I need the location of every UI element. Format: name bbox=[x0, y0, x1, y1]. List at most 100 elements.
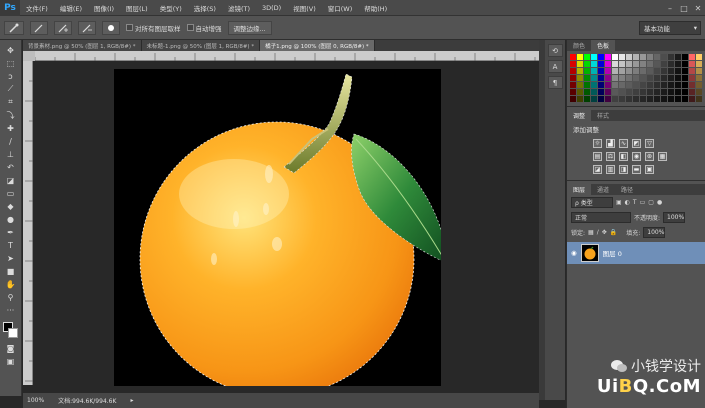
swatch[interactable] bbox=[605, 75, 611, 81]
stamp-tool-icon[interactable]: ⊥ bbox=[3, 148, 19, 160]
swatch[interactable] bbox=[640, 89, 646, 95]
document-tab-active[interactable]: 橘子1.png @ 100% (图层 0, RGB/8#) * bbox=[260, 40, 375, 51]
swatch[interactable] bbox=[689, 68, 695, 74]
swatch[interactable] bbox=[640, 75, 646, 81]
swatch[interactable] bbox=[619, 96, 625, 102]
new-selection-button[interactable] bbox=[30, 20, 48, 35]
swatch[interactable] bbox=[682, 61, 688, 67]
swatch[interactable] bbox=[577, 68, 583, 74]
blend-mode-select[interactable]: 正常 bbox=[571, 212, 631, 223]
quick-mask-icon[interactable]: ◙ bbox=[3, 342, 19, 354]
swatch[interactable] bbox=[598, 82, 604, 88]
swatch[interactable] bbox=[570, 89, 576, 95]
swatch[interactable] bbox=[577, 96, 583, 102]
menu-select[interactable]: 选择(S) bbox=[188, 3, 222, 13]
swatch[interactable] bbox=[577, 75, 583, 81]
character-panel-icon[interactable]: ¶ bbox=[547, 76, 563, 89]
menu-window[interactable]: 窗口(W) bbox=[322, 3, 359, 13]
swatch[interactable] bbox=[682, 89, 688, 95]
swatch[interactable] bbox=[619, 89, 625, 95]
swatch[interactable] bbox=[612, 82, 618, 88]
menu-type[interactable]: 类型(Y) bbox=[154, 3, 188, 13]
swatch[interactable] bbox=[654, 54, 660, 60]
properties-panel-icon[interactable]: A bbox=[547, 60, 563, 73]
ruler-origin[interactable] bbox=[23, 51, 35, 61]
menu-view[interactable]: 视图(V) bbox=[287, 3, 322, 13]
horizontal-ruler[interactable] bbox=[34, 51, 539, 61]
swatch[interactable] bbox=[654, 82, 660, 88]
swatch[interactable] bbox=[675, 68, 681, 74]
swatch[interactable] bbox=[640, 68, 646, 74]
swatch[interactable] bbox=[605, 96, 611, 102]
refine-edge-button[interactable]: 调整边缘... bbox=[227, 20, 272, 35]
swatch[interactable] bbox=[584, 61, 590, 67]
swatch[interactable] bbox=[626, 61, 632, 67]
swatch[interactable] bbox=[570, 82, 576, 88]
document-tab[interactable]: 背景素材.png @ 50% (图层 1, RGB/8#) * bbox=[23, 40, 142, 51]
posterize-icon[interactable]: ▥ bbox=[606, 165, 615, 174]
tab-styles[interactable]: 样式 bbox=[591, 110, 615, 121]
swatch[interactable] bbox=[577, 61, 583, 67]
swatch[interactable] bbox=[668, 75, 674, 81]
swatch[interactable] bbox=[633, 82, 639, 88]
swatch[interactable] bbox=[682, 96, 688, 102]
menu-layer[interactable]: 图层(L) bbox=[120, 3, 154, 13]
swatch[interactable] bbox=[661, 82, 667, 88]
swatch[interactable] bbox=[640, 82, 646, 88]
swatch[interactable] bbox=[682, 75, 688, 81]
hand-tool-icon[interactable]: ✋ bbox=[3, 278, 19, 290]
photo-filter-icon[interactable]: ◉ bbox=[632, 152, 641, 161]
filter-toggle-icon[interactable]: ● bbox=[657, 199, 662, 206]
swatch[interactable] bbox=[584, 89, 590, 95]
swatch[interactable] bbox=[682, 54, 688, 60]
swatch[interactable] bbox=[696, 61, 702, 67]
layer-item[interactable]: ◉ 图层 0 bbox=[567, 242, 705, 264]
swatch[interactable] bbox=[619, 68, 625, 74]
marquee-tool-icon[interactable]: ⬚ bbox=[3, 57, 19, 69]
eraser-tool-icon[interactable]: ◪ bbox=[3, 174, 19, 186]
lock-all-icon[interactable]: 🔒 bbox=[610, 229, 617, 236]
swatch[interactable] bbox=[640, 96, 646, 102]
screen-mode-icon[interactable]: ▣ bbox=[3, 355, 19, 367]
swatch[interactable] bbox=[605, 89, 611, 95]
swatches-grid[interactable] bbox=[570, 54, 702, 102]
swatch[interactable] bbox=[612, 54, 618, 60]
lasso-tool-icon[interactable]: ↄ bbox=[3, 70, 19, 82]
threshold-icon[interactable]: ◨ bbox=[619, 165, 628, 174]
shape-tool-icon[interactable]: ■ bbox=[3, 265, 19, 277]
tool-preset-picker[interactable] bbox=[4, 20, 24, 35]
swatch[interactable] bbox=[619, 61, 625, 67]
history-panel-icon[interactable]: ⟲ bbox=[547, 44, 563, 57]
swatch[interactable] bbox=[668, 54, 674, 60]
swatch[interactable] bbox=[584, 68, 590, 74]
swatch[interactable] bbox=[591, 75, 597, 81]
swatch[interactable] bbox=[696, 89, 702, 95]
swatch[interactable] bbox=[591, 96, 597, 102]
swatch[interactable] bbox=[626, 68, 632, 74]
tab-layers[interactable]: 图层 bbox=[567, 184, 592, 195]
swatch[interactable] bbox=[598, 75, 604, 81]
swatch[interactable] bbox=[689, 61, 695, 67]
swatch[interactable] bbox=[626, 75, 632, 81]
swatch[interactable] bbox=[696, 96, 702, 102]
zoom-level[interactable]: 100% bbox=[27, 397, 44, 404]
swatch[interactable] bbox=[689, 54, 695, 60]
swatch[interactable] bbox=[598, 96, 604, 102]
swatch[interactable] bbox=[689, 82, 695, 88]
add-to-selection-button[interactable] bbox=[54, 20, 72, 35]
swatch[interactable] bbox=[591, 89, 597, 95]
swatch[interactable] bbox=[647, 61, 653, 67]
brightness-icon[interactable]: ☼ bbox=[593, 139, 602, 148]
swatch[interactable] bbox=[633, 68, 639, 74]
swatch[interactable] bbox=[612, 61, 618, 67]
brush-size-picker[interactable] bbox=[102, 20, 120, 35]
color-balance-icon[interactable]: ⚖ bbox=[606, 152, 615, 161]
auto-enhance-checkbox[interactable]: 自动增强 bbox=[186, 23, 222, 33]
swatch[interactable] bbox=[696, 54, 702, 60]
swatch[interactable] bbox=[682, 82, 688, 88]
channel-mixer-icon[interactable]: ⊛ bbox=[645, 152, 654, 161]
crop-tool-icon[interactable]: ⌗ bbox=[3, 96, 19, 108]
black-white-icon[interactable]: ◧ bbox=[619, 152, 628, 161]
swatch[interactable] bbox=[675, 89, 681, 95]
workspace-select[interactable]: 基本功能 ▾ bbox=[639, 21, 701, 35]
